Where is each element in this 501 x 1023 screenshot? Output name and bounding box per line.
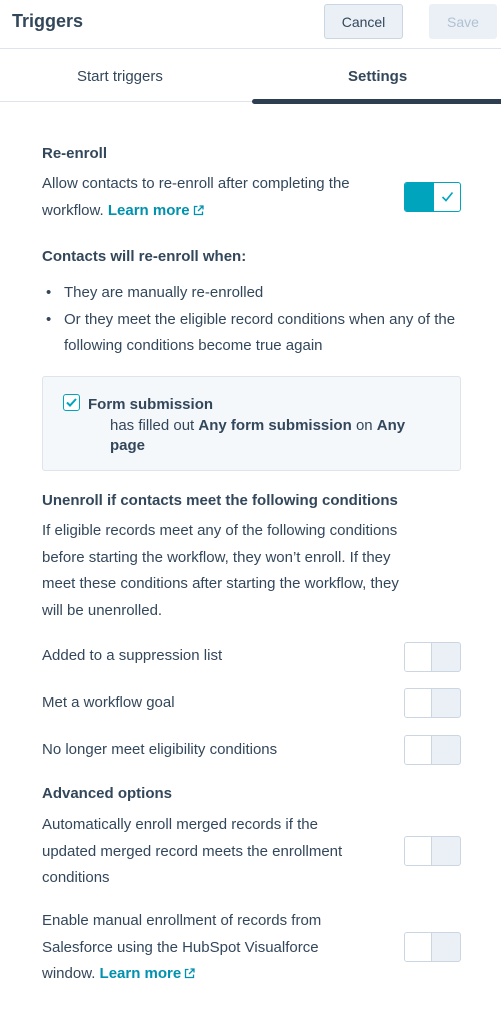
toggle-knob [405, 736, 432, 764]
external-link-icon [185, 968, 195, 979]
condition-desc-mid: on [355, 417, 373, 434]
check-icon [441, 191, 454, 202]
merged-line: conditions [42, 869, 110, 886]
unenroll-desc-line: before starting the workflow, they won’t… [42, 548, 391, 566]
list-item: They are manually re-enrolled [44, 280, 464, 307]
panel-title: Triggers [12, 11, 84, 31]
toggle-knob [405, 837, 432, 865]
merged-line: updated merged record meets the enrollme… [42, 842, 343, 860]
manual-line-text: window. [42, 965, 96, 982]
workflow-goal-toggle[interactable] [404, 688, 461, 718]
manual-line: Enable manual enrollment of records from [42, 912, 322, 929]
unenroll-desc-line: If eligible records meet any of the foll… [42, 522, 398, 539]
toggle-knob [405, 643, 432, 671]
manual-line: Salesforce using the HubSpot Visualforce [42, 938, 319, 956]
tab-start-triggers[interactable]: Start triggers [77, 68, 163, 85]
merged-line: Automatically enroll merged records if t… [42, 816, 318, 833]
condition-desc-prefix: has filled out [110, 417, 195, 434]
suppression-list-toggle[interactable] [404, 642, 461, 672]
reenroll-toggle[interactable] [404, 182, 461, 212]
active-tab-indicator [252, 99, 501, 104]
manual-line-3: window. Learn more [42, 961, 392, 988]
reenroll-desc-text: workflow. [42, 201, 104, 219]
learn-more-label: Learn more [107, 201, 190, 219]
toggle-knob [405, 689, 432, 717]
manual-enrollment-label: Enable manual enrollment of records from… [42, 908, 392, 988]
cancel-button[interactable]: Cancel [324, 4, 403, 39]
merged-records-label: Automatically enroll merged records if t… [42, 812, 392, 892]
reenroll-description: Allow contacts to re-enroll after comple… [42, 171, 392, 224]
tab-settings[interactable]: Settings [348, 68, 407, 85]
list-item: Or they meet the eligible record conditi… [44, 307, 464, 360]
reenroll-when-list: They are manually re-enrolled Or they me… [44, 280, 464, 360]
reenroll-desc-line-2: workflow. Learn more [42, 198, 392, 225]
check-icon [66, 398, 77, 407]
condition-description: has filled out Any form submission on An… [110, 416, 440, 456]
condition-form-value: Any form submission [198, 417, 352, 434]
unenroll-description: If eligible records meet any of the foll… [42, 518, 462, 624]
suppression-list-label: Added to a suppression list [42, 647, 223, 664]
checkbox-checked-icon[interactable] [63, 394, 80, 411]
merged-records-toggle[interactable] [404, 836, 461, 866]
condition-title: Form submission [88, 396, 214, 413]
condition-card: Form submission has filled out Any form … [42, 376, 461, 471]
unenroll-desc-line: meet these conditions after starting the… [42, 575, 399, 592]
manual-enrollment-toggle[interactable] [404, 932, 461, 962]
advanced-learn-more-link[interactable]: Learn more [100, 965, 196, 982]
save-button[interactable]: Save [429, 4, 497, 39]
learn-more-label: Learn more [99, 965, 182, 982]
workflow-goal-label: Met a workflow goal [42, 694, 175, 711]
toggle-fill [405, 183, 434, 211]
reenroll-desc-line-1: Allow contacts to re-enroll after comple… [42, 175, 350, 192]
reenroll-when-heading: Contacts will re-enroll when: [42, 248, 247, 265]
advanced-heading: Advanced options [42, 785, 173, 802]
unenroll-heading: Unenroll if contacts meet the following … [42, 492, 398, 509]
reenroll-learn-more-link[interactable]: Learn more [108, 202, 204, 219]
tab-bar: Start triggers Settings [0, 50, 501, 104]
reenroll-heading: Re-enroll [42, 145, 108, 162]
eligibility-label: No longer meet eligibility conditions [42, 741, 278, 758]
unenroll-desc-line: will be unenrolled. [42, 601, 163, 619]
toggle-knob [405, 933, 432, 961]
external-link-icon [193, 204, 204, 215]
panel-header: Triggers Cancel Save [0, 0, 501, 49]
eligibility-toggle[interactable] [404, 735, 461, 765]
